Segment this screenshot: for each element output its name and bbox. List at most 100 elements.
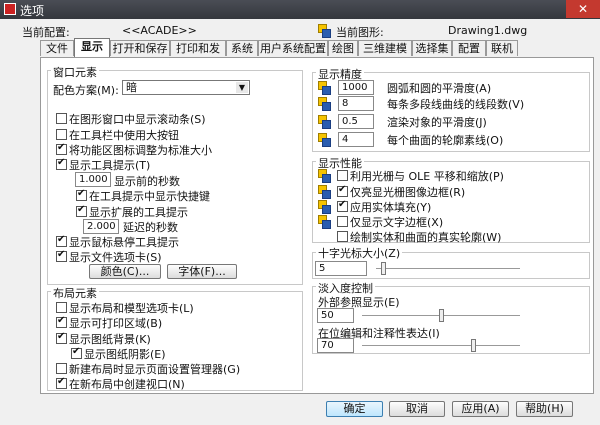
text-frame-checkbox[interactable] — [337, 216, 348, 227]
paper-background-label: 显示图纸背景(K) — [69, 333, 151, 346]
window-elements-title: 窗口元素 — [51, 64, 99, 80]
raster-pan-zoom-label: 利用光栅与 OLE 平移和缩放(P) — [350, 170, 504, 183]
extended-delay-label: 延迟的秒数 — [123, 221, 178, 234]
raster-frame-checkbox[interactable] — [337, 184, 348, 197]
crosshair-title: 十字光标大小(Z) — [316, 245, 403, 261]
tab-drafting[interactable]: 绘图 — [328, 40, 358, 56]
crosshair-slider-thumb[interactable] — [381, 262, 387, 275]
xref-fade-slider-thumb[interactable] — [439, 309, 444, 322]
crosshair-slider-track[interactable] — [376, 268, 520, 270]
create-viewport-label: 在新布局中创建视口(N) — [69, 378, 185, 391]
arc-smoothness-input[interactable]: 1000 — [338, 80, 374, 95]
printable-area-label: 显示可打印区域(B) — [69, 317, 163, 330]
performance-icon — [318, 185, 332, 199]
inplace-fade-slider-track[interactable] — [362, 345, 520, 347]
current-drawing-label: 当前图形: — [336, 26, 384, 39]
current-config-value: <<ACADE>> — [122, 24, 197, 37]
layout-tabs-checkbox[interactable] — [56, 302, 67, 313]
app-icon — [4, 3, 16, 15]
inplace-fade-input[interactable]: 70 — [317, 338, 354, 353]
performance-icon — [318, 215, 332, 229]
show-scrollbars-checkbox[interactable] — [56, 113, 67, 124]
text-frame-label: 仅显示文字边框(X) — [350, 216, 444, 229]
arc-smoothness-label: 圆弧和圆的平滑度(A) — [387, 82, 492, 95]
current-config-label: 当前配置: — [22, 26, 70, 39]
tab-user-preferences[interactable]: 用户系统配置 — [258, 40, 328, 56]
tooltip-shortcut-label: 在工具提示中显示快捷键 — [89, 190, 210, 203]
paper-shadow-label: 显示图纸阴影(E) — [84, 348, 166, 361]
extended-tooltips-label: 显示扩展的工具提示 — [89, 206, 188, 219]
current-drawing-value: Drawing1.dwg — [448, 24, 528, 37]
apply-button[interactable]: 应用(A) — [452, 401, 509, 417]
tooltip-delay-label: 显示前的秒数 — [114, 175, 180, 188]
tab-open-save[interactable]: 打开和保存 — [110, 40, 170, 56]
tab-display[interactable]: 显示 — [74, 38, 110, 57]
performance-icon — [318, 200, 332, 214]
show-tooltips-label: 显示工具提示(T) — [69, 159, 151, 172]
ribbon-icon-size-checkbox[interactable] — [56, 142, 67, 155]
polyline-segments-input[interactable]: 8 — [338, 96, 374, 111]
silhouette-label: 绘制实体和曲面的真实轮廓(W) — [350, 231, 502, 244]
tab-plot-publish[interactable]: 打印和发布 — [170, 40, 226, 70]
page-setup-manager-label: 新建布局时显示页面设置管理器(G) — [69, 363, 241, 376]
resolution-icon — [318, 81, 332, 95]
drawing-icon — [318, 24, 332, 38]
silhouette-checkbox[interactable] — [337, 231, 348, 242]
extended-tooltips-checkbox[interactable] — [76, 204, 87, 217]
paper-shadow-checkbox[interactable] — [71, 346, 82, 359]
tab-online[interactable]: 联机 — [486, 40, 518, 56]
tooltip-shortcut-checkbox[interactable] — [76, 188, 87, 201]
tab-files[interactable]: 文件 — [40, 40, 74, 56]
resolution-icon — [318, 133, 332, 147]
file-tabs-checkbox[interactable] — [56, 249, 67, 262]
crosshair-size-input[interactable]: 5 — [315, 261, 367, 276]
printable-area-checkbox[interactable] — [56, 315, 67, 328]
show-tooltips-checkbox[interactable] — [56, 157, 67, 170]
close-button[interactable]: ✕ — [566, 0, 600, 18]
raster-frame-label: 仅亮显光栅图像边框(R) — [350, 186, 466, 199]
hover-tooltips-label: 显示鼠标悬停工具提示 — [69, 236, 179, 249]
extended-delay-input[interactable]: 2.000 — [83, 219, 119, 234]
window-title: 选项 — [20, 4, 45, 18]
inplace-fade-slider-thumb[interactable] — [470, 339, 476, 352]
tooltip-delay-input[interactable]: 1.000 — [75, 172, 111, 187]
contour-lines-input[interactable]: 4 — [338, 132, 374, 147]
layout-tabs-label: 显示布局和模型选项卡(L) — [69, 302, 194, 315]
polyline-segments-label: 每条多段线曲线的线段数(V) — [387, 98, 525, 111]
render-smoothness-label: 渲染对象的平滑度(J) — [387, 116, 487, 129]
chevron-down-icon: ▼ — [236, 82, 248, 93]
colors-button[interactable]: 颜色(C)... — [89, 264, 161, 279]
layout-elements-title: 布局元素 — [51, 285, 99, 301]
ribbon-icon-size-label: 将功能区图标调整为标准大小 — [69, 144, 212, 157]
tab-system[interactable]: 系统 — [226, 40, 258, 56]
performance-icon — [318, 169, 332, 183]
large-buttons-checkbox[interactable] — [56, 129, 67, 140]
solid-fill-label: 应用实体填充(Y) — [350, 201, 432, 214]
render-smoothness-input[interactable]: 0.5 — [338, 114, 374, 129]
options-dialog: 选项 ✕ 当前配置: <<ACADE>> 当前图形: Drawing1.dwg … — [0, 0, 600, 425]
cancel-button[interactable]: 取消 — [389, 401, 445, 417]
tab-profiles[interactable]: 配置 — [452, 40, 486, 56]
file-tabs-label: 显示文件选项卡(S) — [69, 251, 162, 264]
xref-fade-input[interactable]: 50 — [317, 308, 354, 323]
tab-3d-modeling[interactable]: 三维建模 — [358, 40, 412, 56]
show-scrollbars-label: 在图形窗口中显示滚动条(S) — [69, 113, 206, 126]
tab-selection[interactable]: 选择集 — [412, 40, 452, 56]
contour-lines-label: 每个曲面的轮廓素线(O) — [387, 134, 504, 147]
solid-fill-checkbox[interactable] — [337, 199, 348, 212]
fonts-button[interactable]: 字体(F)... — [167, 264, 237, 279]
raster-pan-zoom-checkbox[interactable] — [337, 170, 348, 181]
hover-tooltips-checkbox[interactable] — [56, 234, 67, 247]
title-bar: 选项 ✕ — [0, 0, 600, 19]
color-scheme-value: 暗 — [126, 81, 137, 94]
create-viewport-checkbox[interactable] — [56, 376, 67, 389]
resolution-icon — [318, 97, 332, 111]
resolution-icon — [318, 115, 332, 129]
help-button[interactable]: 帮助(H) — [516, 401, 573, 417]
color-scheme-label: 配色方案(M): — [53, 84, 119, 97]
paper-background-checkbox[interactable] — [56, 331, 67, 344]
page-setup-manager-checkbox[interactable] — [56, 363, 67, 374]
color-scheme-select[interactable]: 暗 ▼ — [122, 80, 250, 95]
large-buttons-label: 在工具栏中使用大按钮 — [69, 129, 179, 142]
ok-button[interactable]: 确定 — [326, 401, 383, 417]
